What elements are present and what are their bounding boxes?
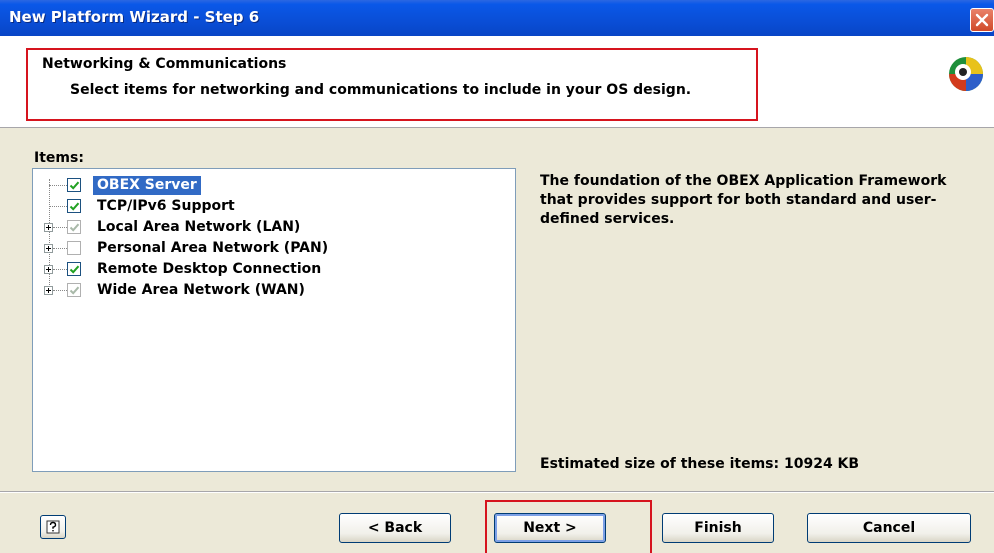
back-button[interactable]: < Back: [339, 513, 451, 543]
tree-connector: [53, 290, 67, 291]
expand-plus-icon[interactable]: [44, 265, 53, 274]
estimated-size: Estimated size of these items: 10924 KB: [540, 456, 860, 472]
checkbox-tcp-ipv6[interactable]: [67, 199, 81, 213]
tree-connector: [53, 248, 67, 249]
checkmark-icon: [69, 181, 80, 190]
tree-item-label[interactable]: TCP/IPv6 Support: [93, 197, 239, 216]
close-x-icon: [975, 13, 989, 27]
tree-row-remote-desktop[interactable]: Remote Desktop Connection: [33, 259, 515, 280]
header-title: Networking & Communications: [42, 56, 287, 72]
tree-item-label[interactable]: OBEX Server: [93, 176, 201, 195]
expand-plus-icon[interactable]: [44, 286, 53, 295]
window-title: New Platform Wizard - Step 6: [9, 8, 260, 26]
tree-row-pan[interactable]: Personal Area Network (PAN): [33, 238, 515, 259]
tree-item-label[interactable]: Local Area Network (LAN): [93, 218, 304, 237]
tree-connector: [49, 206, 67, 207]
tree-row-obex-server[interactable]: OBEX Server: [33, 175, 515, 196]
title-bar: New Platform Wizard - Step 6: [0, 0, 994, 36]
tree-row-wan[interactable]: Wide Area Network (WAN): [33, 280, 515, 301]
tree-connector: [49, 185, 67, 186]
help-question-icon: [46, 520, 60, 534]
items-label: Items:: [34, 150, 84, 166]
cancel-button[interactable]: Cancel: [807, 513, 971, 543]
checkmark-icon: [69, 223, 80, 232]
checkbox-pan[interactable]: [67, 241, 81, 255]
tree-item-label[interactable]: Personal Area Network (PAN): [93, 239, 332, 258]
item-description: The foundation of the OBEX Application F…: [540, 173, 947, 227]
checkbox-wan[interactable]: [67, 283, 81, 297]
wizard-header: Networking & Communications Select items…: [0, 36, 994, 128]
finish-button[interactable]: Finish: [662, 513, 774, 543]
tree-connector: [53, 227, 67, 228]
checkmark-icon: [69, 265, 80, 274]
windows-ce-logo-icon: [949, 57, 983, 91]
close-button[interactable]: [970, 8, 994, 32]
expand-plus-icon[interactable]: [44, 223, 53, 232]
items-tree[interactable]: OBEX Server TCP/IPv6 Support Local Area …: [32, 168, 516, 472]
next-highlight-box: [485, 500, 652, 553]
tree-connector: [53, 269, 67, 270]
tree-row-tcp-ipv6[interactable]: TCP/IPv6 Support: [33, 196, 515, 217]
footer-divider: [0, 491, 994, 493]
checkbox-remote-desktop[interactable]: [67, 262, 81, 276]
tree-item-label[interactable]: Wide Area Network (WAN): [93, 281, 309, 300]
tree-row-lan[interactable]: Local Area Network (LAN): [33, 217, 515, 238]
checkmark-icon: [69, 286, 80, 295]
help-button[interactable]: [40, 515, 66, 539]
header-highlight-box: Networking & Communications Select items…: [26, 48, 758, 121]
tree-item-label[interactable]: Remote Desktop Connection: [93, 260, 325, 279]
checkbox-obex-server[interactable]: [67, 178, 81, 192]
expand-plus-icon[interactable]: [44, 244, 53, 253]
header-description: Select items for networking and communic…: [70, 82, 692, 98]
checkbox-lan[interactable]: [67, 220, 81, 234]
checkmark-icon: [69, 202, 80, 211]
